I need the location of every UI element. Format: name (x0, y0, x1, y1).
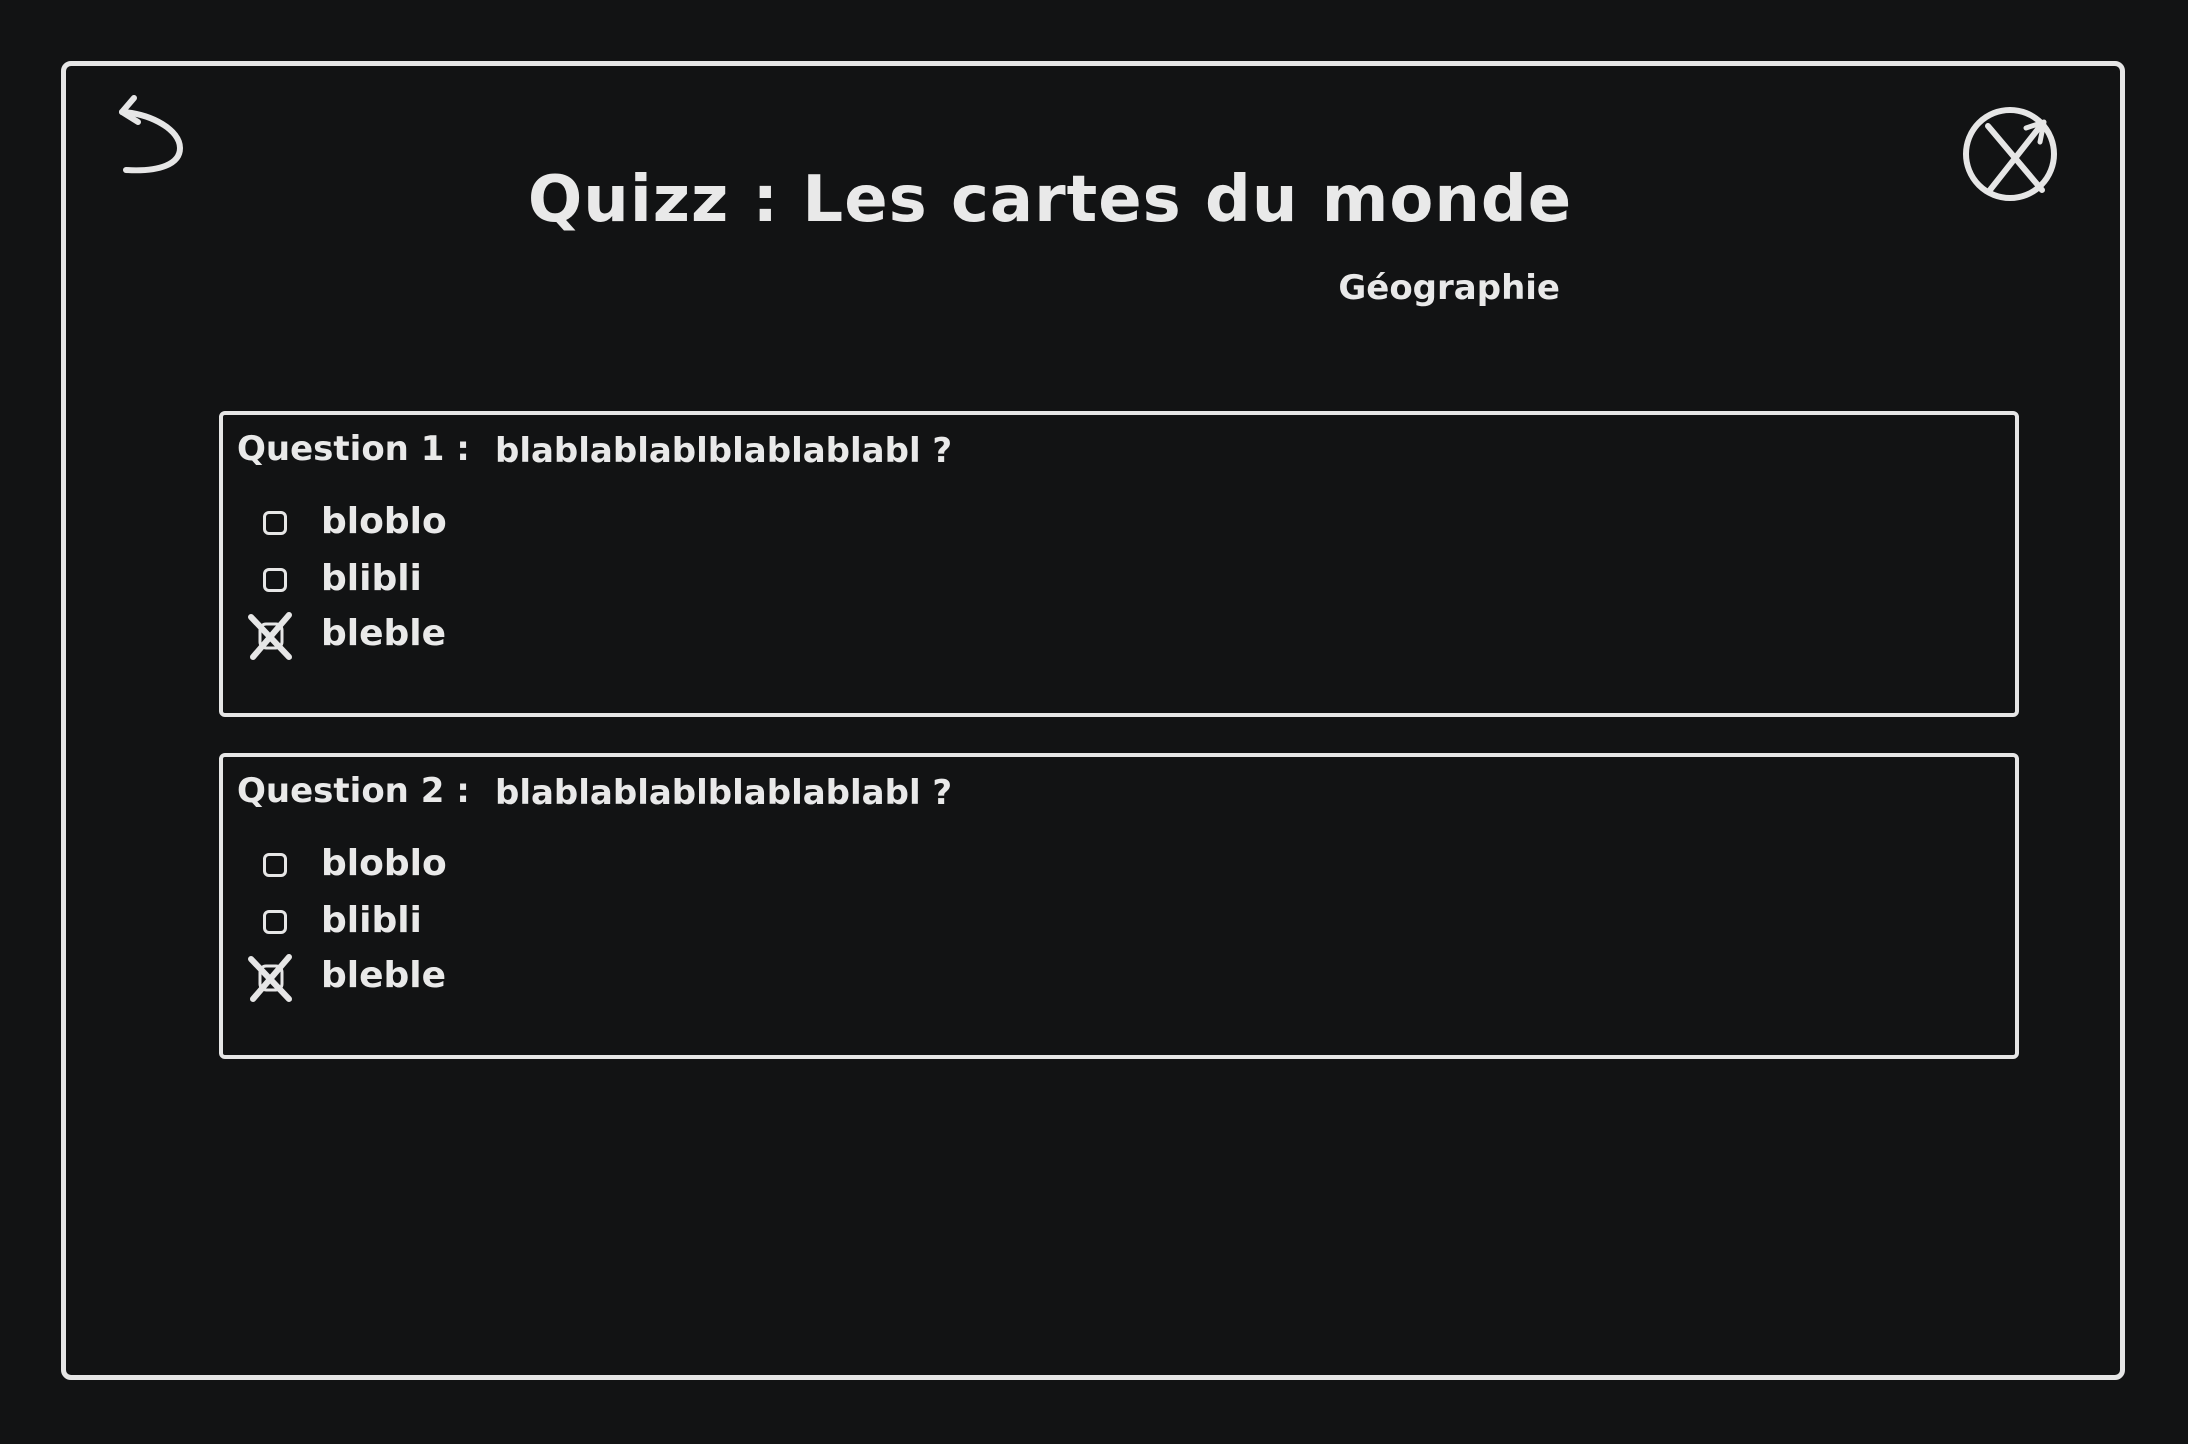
answer-option-label: blibli (321, 558, 422, 599)
close-circle-icon (1963, 107, 2057, 201)
answer-option[interactable]: bloblo (237, 839, 637, 891)
checkbox-unchecked-icon[interactable] (263, 910, 287, 934)
close-button[interactable] (1960, 104, 2060, 204)
answer-option-label: bleble (321, 955, 447, 996)
answer-option-label: bleble (321, 613, 447, 654)
undo-arrow-icon (119, 95, 183, 174)
question-label: Question 2 : (237, 771, 470, 811)
page-title: Quizz : Les cartes du monde (527, 163, 1573, 237)
checkbox-unchecked-icon[interactable] (263, 568, 287, 592)
question-card-2: Question 2 : blablablablblablablabl ? bl… (219, 753, 2019, 1059)
answer-option[interactable]: bleble (237, 609, 637, 661)
page-subtitle: Géographie (1338, 268, 1560, 308)
answer-option[interactable]: blibli (237, 896, 637, 948)
answer-option[interactable]: bleble (237, 951, 637, 1003)
checkbox-checked-icon[interactable] (245, 953, 295, 1003)
answer-option-label: bloblo (321, 501, 447, 542)
back-button[interactable] (112, 92, 192, 182)
checkbox-unchecked-icon[interactable] (263, 853, 287, 877)
checkbox-checked-icon[interactable] (245, 611, 295, 661)
question-card-1: Question 1 : blablablablblablablabl ? bl… (219, 411, 2019, 717)
answer-option[interactable]: blibli (237, 554, 637, 606)
main-frame (61, 61, 2125, 1380)
answer-option[interactable]: bloblo (237, 497, 637, 549)
question-label: Question 1 : (237, 429, 470, 469)
answer-option-label: bloblo (321, 843, 447, 884)
answer-option-label: blibli (321, 900, 422, 941)
checkbox-unchecked-icon[interactable] (263, 511, 287, 535)
question-text: blablablablblablablabl ? (495, 431, 953, 471)
question-text: blablablablblablablabl ? (495, 773, 953, 813)
